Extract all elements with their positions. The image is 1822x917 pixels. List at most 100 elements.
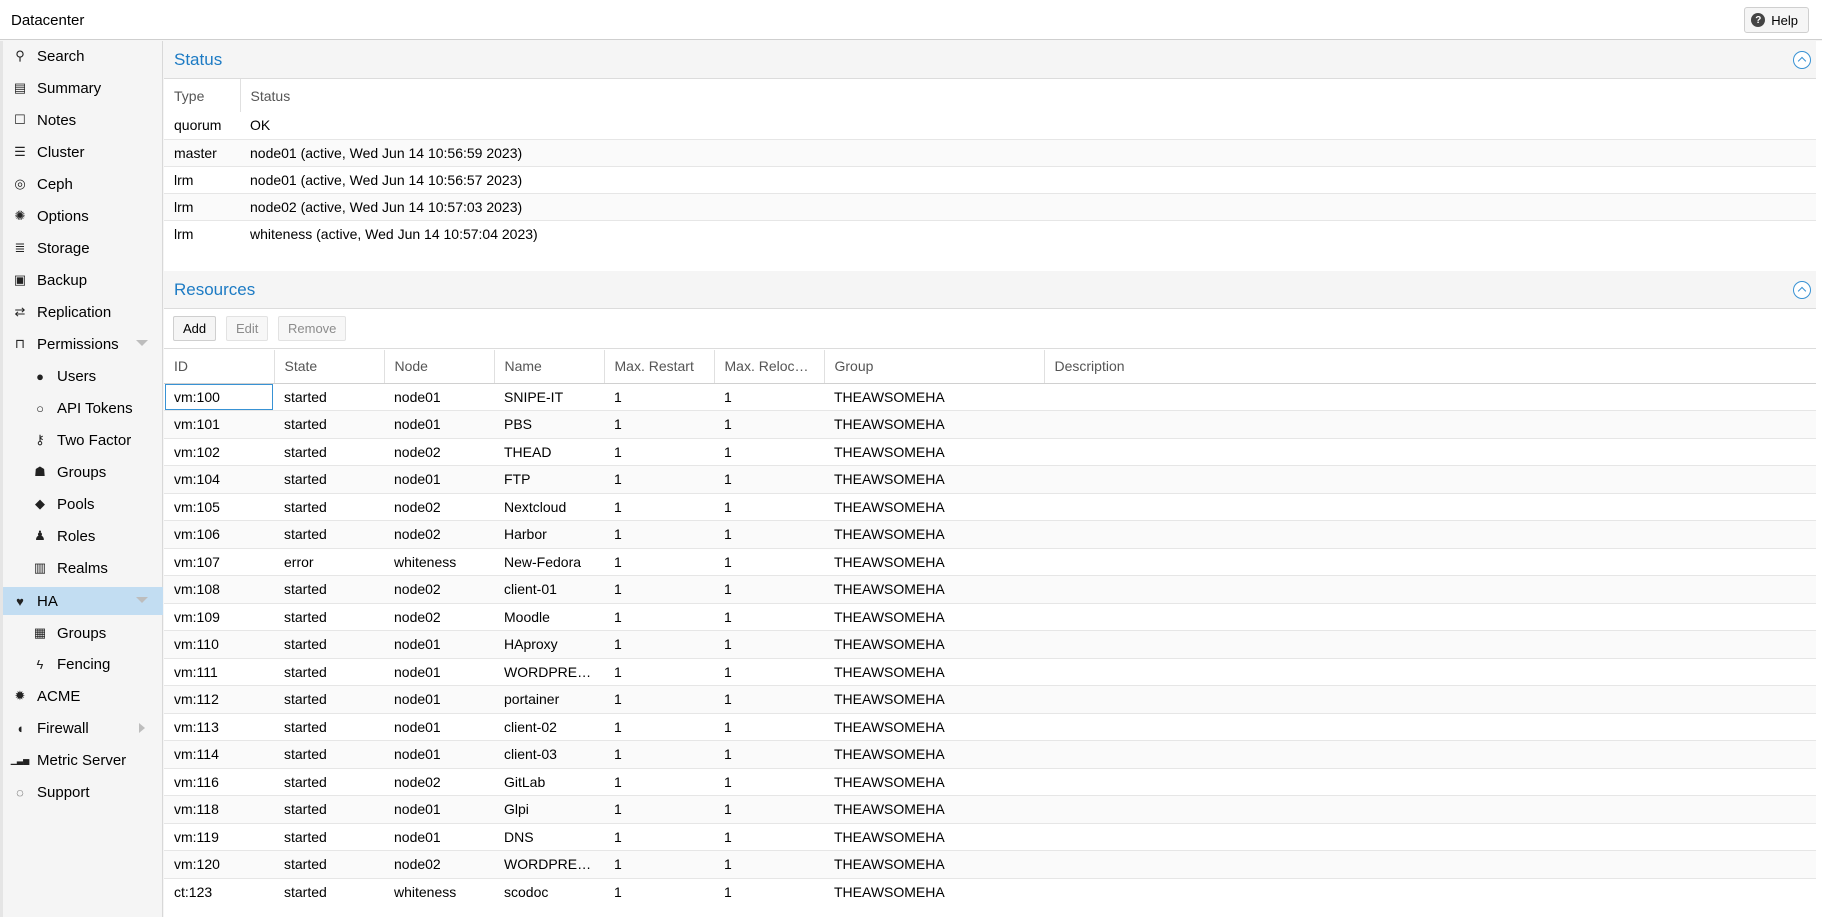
cell-state: started [274, 877, 384, 906]
edit-button[interactable]: Edit [226, 316, 269, 341]
column-header-status[interactable]: Status [240, 79, 1816, 112]
sidebar-item-acme[interactable]: ✹ ACME [3, 682, 163, 710]
expand-arrow-down-icon[interactable] [136, 340, 148, 346]
sidebar-item-ceph[interactable]: ◎ Ceph [3, 170, 163, 198]
status-collapse-button[interactable] [1793, 51, 1811, 69]
resource-row[interactable]: vm:120 started node02 WORDPRESS 1 1 THEAWSOMEH… [164, 850, 1816, 878]
cell-description [1044, 712, 1816, 741]
resource-row[interactable]: vm:101 started node01 PBS 1 1 THEAWSOMEHA [164, 410, 1816, 438]
resource-row[interactable]: vm:118 started node01 Glpi 1 1 THEAWSOMEHA [164, 795, 1816, 823]
cell-max-relocate: 1 [714, 437, 824, 466]
sidebar-item-groups-sub[interactable]: ☗ Groups [3, 458, 163, 486]
resource-row[interactable]: vm:116 started node02 GitLab 1 1 THEAWSOMEHA [164, 767, 1816, 796]
cell-description [1044, 685, 1816, 713]
sidebar-item-firewall[interactable]: ◖ Firewall [3, 714, 163, 742]
cell-name: Nextcloud [494, 492, 604, 521]
cell-node: whiteness [384, 877, 494, 906]
cell-node: node01 [384, 740, 494, 768]
resource-row[interactable]: vm:119 started node01 DNS 1 1 THEAWSOMEHA [164, 822, 1816, 851]
cell-node: node02 [384, 602, 494, 631]
sidebar-item-label: Roles [57, 527, 96, 545]
sidebar-item-label: Notes [37, 111, 77, 129]
resource-row[interactable]: vm:102 started node02 THEAD 1 1 THEAWSOMEHA [164, 437, 1816, 466]
resource-row[interactable]: vm:111 started node01 WORDPRESS 1 1 THEAWSOMEH… [164, 657, 1816, 686]
column-header-max-restart[interactable]: Max. Restart [604, 350, 715, 384]
resource-row[interactable]: vm:112 started node01 portainer 1 1 THEAWSOMEH… [164, 685, 1816, 713]
sidebar-item-label: Users [57, 367, 97, 385]
sidebar-item-support[interactable]: ◌ Support [3, 778, 163, 806]
sidebar-item-users-sub[interactable]: ● Users [3, 362, 163, 390]
cell-name: scodoc [494, 877, 604, 906]
database-icon: ≣ [14, 240, 26, 255]
sidebar-item-realms-sub[interactable]: ▥ Realms [3, 554, 163, 582]
sidebar-item-fencing-sub[interactable]: ϟ Fencing [3, 650, 163, 678]
cell-max-relocate: 1 [714, 630, 824, 658]
status-row[interactable]: lrm whiteness (active, Wed Jun 14 10:57:0… [164, 219, 1816, 247]
resource-row[interactable]: vm:113 started node01 client-02 1 1 THEAWSOMEH… [164, 712, 1816, 741]
sidebar-item-search[interactable]: ⚲ Search [3, 42, 163, 70]
cell-type: master [164, 138, 240, 166]
resource-row[interactable]: vm:114 started node01 client-03 1 1 THEAWSOMEH… [164, 740, 1816, 768]
column-header-max-relocate[interactable]: Max. Relocate [714, 350, 825, 384]
cell-status: OK [250, 117, 271, 134]
sidebar-item-metric-server[interactable]: ▁▃▅ Metric Server [3, 746, 163, 774]
cell-max-relocate: 1 [714, 465, 824, 493]
resource-row[interactable]: vm:106 started node02 Harbor 1 1 THEAWSOMEHA [164, 520, 1816, 548]
sidebar-item-pools-sub[interactable]: ◆ Pools [3, 490, 163, 518]
sidebar-item-roles-sub[interactable]: ♟ Roles [3, 522, 163, 550]
sidebar-item-groups-sub[interactable]: ▦ Groups [3, 619, 163, 647]
column-header-group[interactable]: Group [824, 350, 1045, 384]
resources-collapse-button[interactable] [1793, 281, 1811, 299]
sidebar-item-permissions[interactable]: ⊓ Permissions [3, 330, 163, 358]
resource-row[interactable]: vm:107 error whiteness New-Fedora 1 1 THEAWSOM… [164, 547, 1816, 576]
status-row[interactable]: lrm node01 (active, Wed Jun 14 10:56:57 2… [164, 165, 1816, 193]
cell-state: started [274, 850, 384, 878]
expand-arrow-right-icon[interactable] [139, 723, 145, 733]
column-header-type[interactable]: Type [164, 79, 241, 112]
help-button[interactable]: ? Help [1744, 7, 1809, 33]
resource-row[interactable]: vm:109 started node02 Moodle 1 1 THEAWSOMEHA [164, 602, 1816, 631]
status-row[interactable]: lrm node02 (active, Wed Jun 14 10:57:03 2… [164, 192, 1816, 220]
column-header-node[interactable]: Node [384, 350, 495, 384]
sidebar-item-cluster[interactable]: ☰ Cluster [3, 138, 163, 166]
sidebar-item-ha[interactable]: ♥ HA [3, 587, 163, 615]
cell-status: node01 (active, Wed Jun 14 10:56:57 2023… [240, 165, 1816, 193]
resource-row[interactable]: vm:108 started node02 client-01 1 1 THEAWSOMEH… [164, 575, 1816, 603]
cell-max-restart: 1 [604, 547, 714, 576]
status-panel-header: Status [164, 41, 1816, 79]
status-row[interactable]: master node01 (active, Wed Jun 14 10:56:5… [164, 138, 1816, 166]
sidebar-item-backup[interactable]: ▣ Backup [3, 266, 163, 294]
cell-max-restart: 1 [604, 602, 714, 631]
sidebar-item-api-tokens-sub[interactable]: ○ API Tokens [3, 394, 163, 422]
column-header-description[interactable]: Description [1044, 350, 1816, 384]
sidebar-item-options[interactable]: ✺ Options [3, 202, 163, 230]
sidebar-item-storage[interactable]: ≣ Storage [3, 234, 163, 262]
cell-node: node01 [384, 630, 494, 658]
cell-node: node02 [384, 850, 494, 878]
cell-max-relocate: 1 [714, 740, 824, 768]
sidebar-item-label: Summary [37, 79, 102, 97]
add-button[interactable]: Add [173, 316, 217, 341]
sidebar-item-summary[interactable]: ▤ Summary [3, 74, 163, 102]
question-circle-icon: ? [1751, 13, 1766, 27]
sidebar-item-two-factor-sub[interactable]: ⚷ Two Factor [3, 426, 163, 454]
resource-row[interactable]: vm:110 started node01 HAproxy 1 1 THEAWSOMEHA [164, 630, 1816, 658]
cell-group: THEAWSOMEHA [824, 822, 1044, 851]
sidebar-item-label: Metric Server [37, 751, 127, 769]
sidebar-item-replication[interactable]: ⇄ Replication [3, 298, 163, 326]
column-header-state[interactable]: State [274, 350, 385, 384]
remove-button[interactable]: Remove [278, 316, 347, 341]
status-row[interactable]: quorum OK [164, 112, 1816, 139]
expand-arrow-down-icon[interactable] [136, 597, 148, 603]
cell-description [1044, 492, 1816, 521]
status-panel-title: Status [174, 50, 223, 69]
sidebar-item-notes[interactable]: ☐ Notes [3, 106, 163, 134]
column-header-id[interactable]: ID [164, 350, 275, 384]
cell-description [1044, 465, 1816, 493]
resource-row[interactable]: vm:100 started node01 SNIPE-IT 1 1 THEAWSOMEHA [164, 382, 1816, 411]
resource-row[interactable]: vm:104 started node01 FTP 1 1 THEAWSOMEHA [164, 465, 1816, 493]
resource-row[interactable]: vm:105 started node02 Nextcloud 1 1 THEAWSOMEH… [164, 492, 1816, 521]
resource-row[interactable]: ct:123 started whiteness scodoc 1 1 THEAWSOMEH… [164, 877, 1816, 906]
cell-state: started [274, 657, 384, 686]
column-header-name[interactable]: Name [494, 350, 605, 384]
